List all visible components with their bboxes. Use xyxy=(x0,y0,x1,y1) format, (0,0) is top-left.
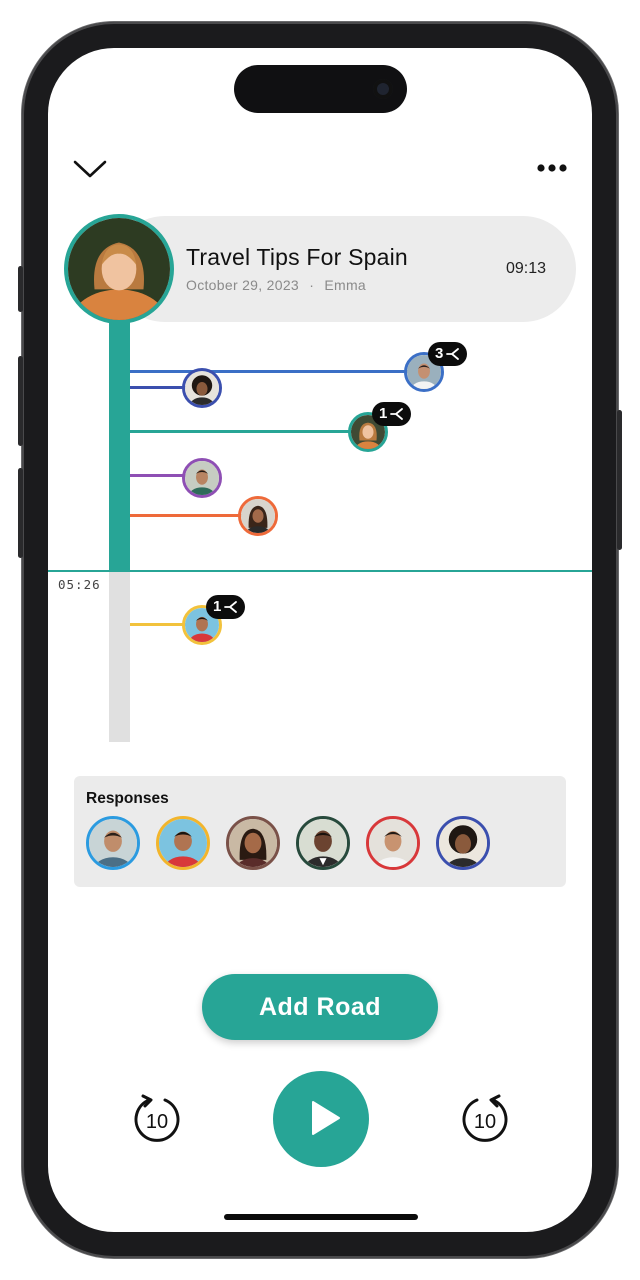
camera-icon xyxy=(373,79,393,99)
add-road-button[interactable]: Add Road xyxy=(202,974,438,1040)
branch-icon xyxy=(224,601,238,613)
branch-avatar[interactable] xyxy=(182,368,222,408)
branch-avatar[interactable] xyxy=(182,458,222,498)
branch-line xyxy=(130,370,422,373)
dynamic-island xyxy=(234,65,407,113)
meta-separator: · xyxy=(309,277,315,293)
power-button xyxy=(617,410,622,550)
post-author: Emma xyxy=(324,277,367,293)
post-duration: 09:13 xyxy=(506,260,547,277)
more-dots-icon[interactable] xyxy=(536,162,568,174)
home-indicator[interactable] xyxy=(224,1214,418,1220)
response-avatar[interactable] xyxy=(296,816,350,870)
branch-icon xyxy=(390,408,404,420)
playhead-line[interactable] xyxy=(48,570,592,572)
reply-count-badge[interactable]: 1 xyxy=(206,595,246,619)
author-avatar[interactable] xyxy=(64,214,174,324)
reply-count: 1 xyxy=(379,405,388,422)
chevron-down-icon[interactable] xyxy=(72,158,108,180)
play-button[interactable] xyxy=(273,1071,369,1167)
reply-count-badge[interactable]: 3 xyxy=(428,342,468,366)
branch-avatar[interactable] xyxy=(238,496,278,536)
forward-10-icon[interactable]: 10 xyxy=(459,1093,511,1145)
rewind-label: 10 xyxy=(146,1111,168,1133)
volume-up-button xyxy=(18,356,23,446)
post-title: Travel Tips For Spain xyxy=(186,244,408,270)
rewind-10-icon[interactable]: 10 xyxy=(131,1093,183,1145)
play-icon xyxy=(312,1100,340,1135)
volume-down-button xyxy=(18,468,23,558)
responses-panel: Responses xyxy=(74,776,566,887)
response-avatar[interactable] xyxy=(86,816,140,870)
reply-count-badge[interactable]: 1 xyxy=(372,402,412,426)
branch-line xyxy=(130,430,368,433)
responses-title: Responses xyxy=(86,790,169,807)
action-button xyxy=(18,266,23,312)
post-date: October 29, 2023 xyxy=(186,277,299,293)
reply-count: 3 xyxy=(435,345,444,362)
branch-icon xyxy=(446,348,460,360)
response-avatar[interactable] xyxy=(366,816,420,870)
reply-count: 1 xyxy=(213,598,222,615)
post-meta: October 29, 2023 · Emma xyxy=(186,277,366,293)
playhead-time: 05:26 xyxy=(58,577,101,592)
response-avatar[interactable] xyxy=(436,816,490,870)
forward-label: 10 xyxy=(474,1111,496,1133)
timeline-progress xyxy=(109,322,130,572)
response-avatar[interactable] xyxy=(156,816,210,870)
app-screen: Travel Tips For Spain October 29, 2023 ·… xyxy=(48,48,592,1232)
response-avatar[interactable] xyxy=(226,816,280,870)
